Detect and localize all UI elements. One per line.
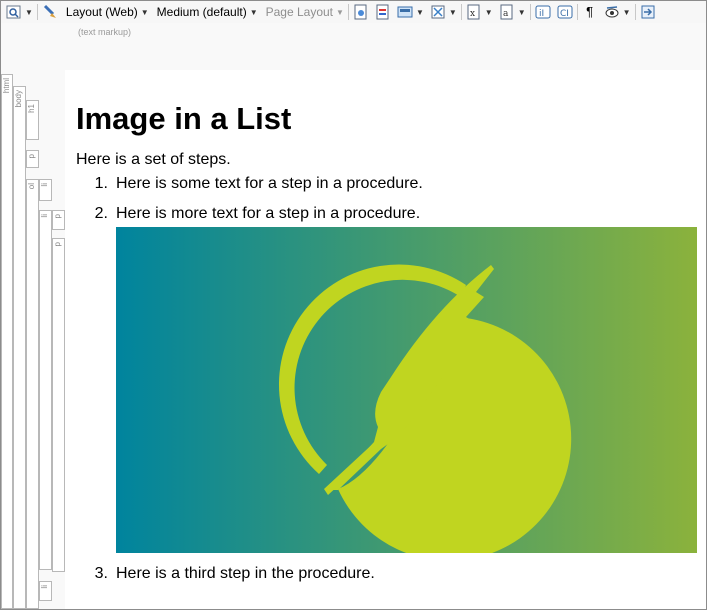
list-item: 2. Here is more text for a step in a pro…: [76, 204, 701, 553]
document-body[interactable]: Image in a List Here is a set of steps. …: [76, 96, 701, 584]
zoom-button[interactable]: ▼: [6, 1, 33, 23]
page-layout-label: Page Layout: [265, 5, 334, 19]
separator: [529, 4, 531, 20]
tag-p-label: p: [53, 242, 62, 247]
step-text: Here is some text for a step in a proced…: [116, 175, 423, 192]
highlight-icon: [375, 4, 391, 20]
text-button[interactable]: CI: [557, 1, 573, 23]
list-item: 3. Here is a third step in the procedure…: [76, 564, 701, 584]
svg-text:iI: iI: [539, 9, 544, 19]
tag-h1-label: h1: [27, 104, 36, 113]
step-text: Here is a third step in the procedure.: [116, 565, 375, 582]
svg-text:x: x: [470, 9, 475, 19]
chevron-down-icon: ▼: [622, 7, 631, 17]
tag-body[interactable]: body: [13, 86, 26, 609]
separator: [634, 4, 636, 20]
preview-button[interactable]: [353, 1, 369, 23]
zoom-icon: [6, 4, 22, 20]
tag-ol-label: ol: [27, 183, 36, 190]
tag-li-label: li: [40, 585, 49, 589]
condition-icon: iI: [535, 4, 551, 20]
step-number: 2.: [94, 205, 108, 222]
tag-li[interactable]: li: [39, 581, 52, 601]
image-button[interactable]: ▼: [397, 1, 424, 23]
tag-li[interactable]: li: [39, 210, 52, 570]
tag-html-label: html: [2, 78, 11, 94]
tag-p-label: p: [27, 154, 36, 159]
separator: [460, 4, 462, 20]
chevron-down-icon: ▼: [415, 7, 424, 17]
tag-p[interactable]: p: [52, 238, 65, 572]
size-label: Medium (default): [156, 5, 247, 19]
link-icon: [430, 4, 446, 20]
step-image[interactable]: [116, 227, 697, 553]
preview-icon: [353, 4, 369, 20]
tag-p[interactable]: p: [52, 210, 65, 230]
image-icon: [397, 4, 413, 20]
tag-html[interactable]: html: [1, 74, 13, 609]
intro-paragraph: Here is a set of steps.: [76, 151, 231, 168]
tag-h1[interactable]: h1: [26, 100, 39, 140]
text-icon: CI: [557, 4, 573, 20]
separator: [36, 4, 38, 20]
snippet-icon: a: [499, 4, 515, 20]
tag-body-label: body: [14, 90, 23, 108]
tag-ol[interactable]: ol: [26, 179, 39, 609]
bind-button[interactable]: [640, 1, 656, 23]
snippet-button[interactable]: a ▼: [499, 1, 526, 23]
tag-p-label: p: [53, 214, 62, 219]
text-markup-label: (text markup): [78, 27, 132, 37]
separator: [576, 4, 578, 20]
eye-icon: [604, 4, 620, 20]
toolbar: ▼ Layout (Web) ▼ Medium (default) ▼ Page…: [1, 1, 706, 23]
chevron-down-icon: ▼: [448, 7, 457, 17]
list-item: 1. Here is some text for a step in a pro…: [76, 174, 701, 194]
tag-li-label: li: [40, 183, 49, 187]
svg-text:a: a: [503, 9, 509, 19]
condition-button[interactable]: iI: [535, 1, 551, 23]
chevron-down-icon: ▼: [140, 7, 149, 17]
steps-list: 1. Here is some text for a step in a pro…: [76, 174, 701, 584]
variable-button[interactable]: x ▼: [466, 1, 493, 23]
tag-li[interactable]: li: [39, 179, 52, 201]
link-button[interactable]: ▼: [430, 1, 457, 23]
tag-p[interactable]: p: [26, 150, 39, 168]
highlight-button[interactable]: [375, 1, 391, 23]
chevron-down-icon: ▼: [484, 7, 493, 17]
brush-button[interactable]: [42, 1, 58, 23]
tag-li-label: li: [40, 214, 49, 218]
paragraph-icon: ¶: [586, 4, 594, 19]
page-title: Image in a List: [76, 101, 292, 136]
page-layout-dropdown[interactable]: Page Layout ▼: [266, 1, 344, 23]
size-dropdown[interactable]: Medium (default) ▼: [157, 1, 258, 23]
step-text: Here is more text for a step in a proced…: [116, 205, 421, 222]
step-number: 1.: [94, 175, 108, 192]
separator: [347, 4, 349, 20]
layout-label: Layout (Web): [65, 5, 138, 19]
eye-button[interactable]: ▼: [604, 1, 631, 23]
brush-icon: [42, 4, 58, 20]
layout-dropdown[interactable]: Layout (Web) ▼: [66, 1, 149, 23]
chevron-down-icon: ▼: [336, 7, 344, 17]
bind-icon: [640, 4, 656, 20]
chevron-down-icon: ▼: [517, 7, 526, 17]
step-number: 3.: [94, 565, 108, 582]
svg-text:CI: CI: [560, 9, 569, 19]
chevron-down-icon: ▼: [25, 7, 33, 17]
variable-icon: x: [466, 4, 482, 20]
chevron-down-icon: ▼: [249, 7, 258, 17]
feather-logo-image: [116, 227, 697, 553]
paragraph-button[interactable]: ¶: [582, 1, 598, 23]
